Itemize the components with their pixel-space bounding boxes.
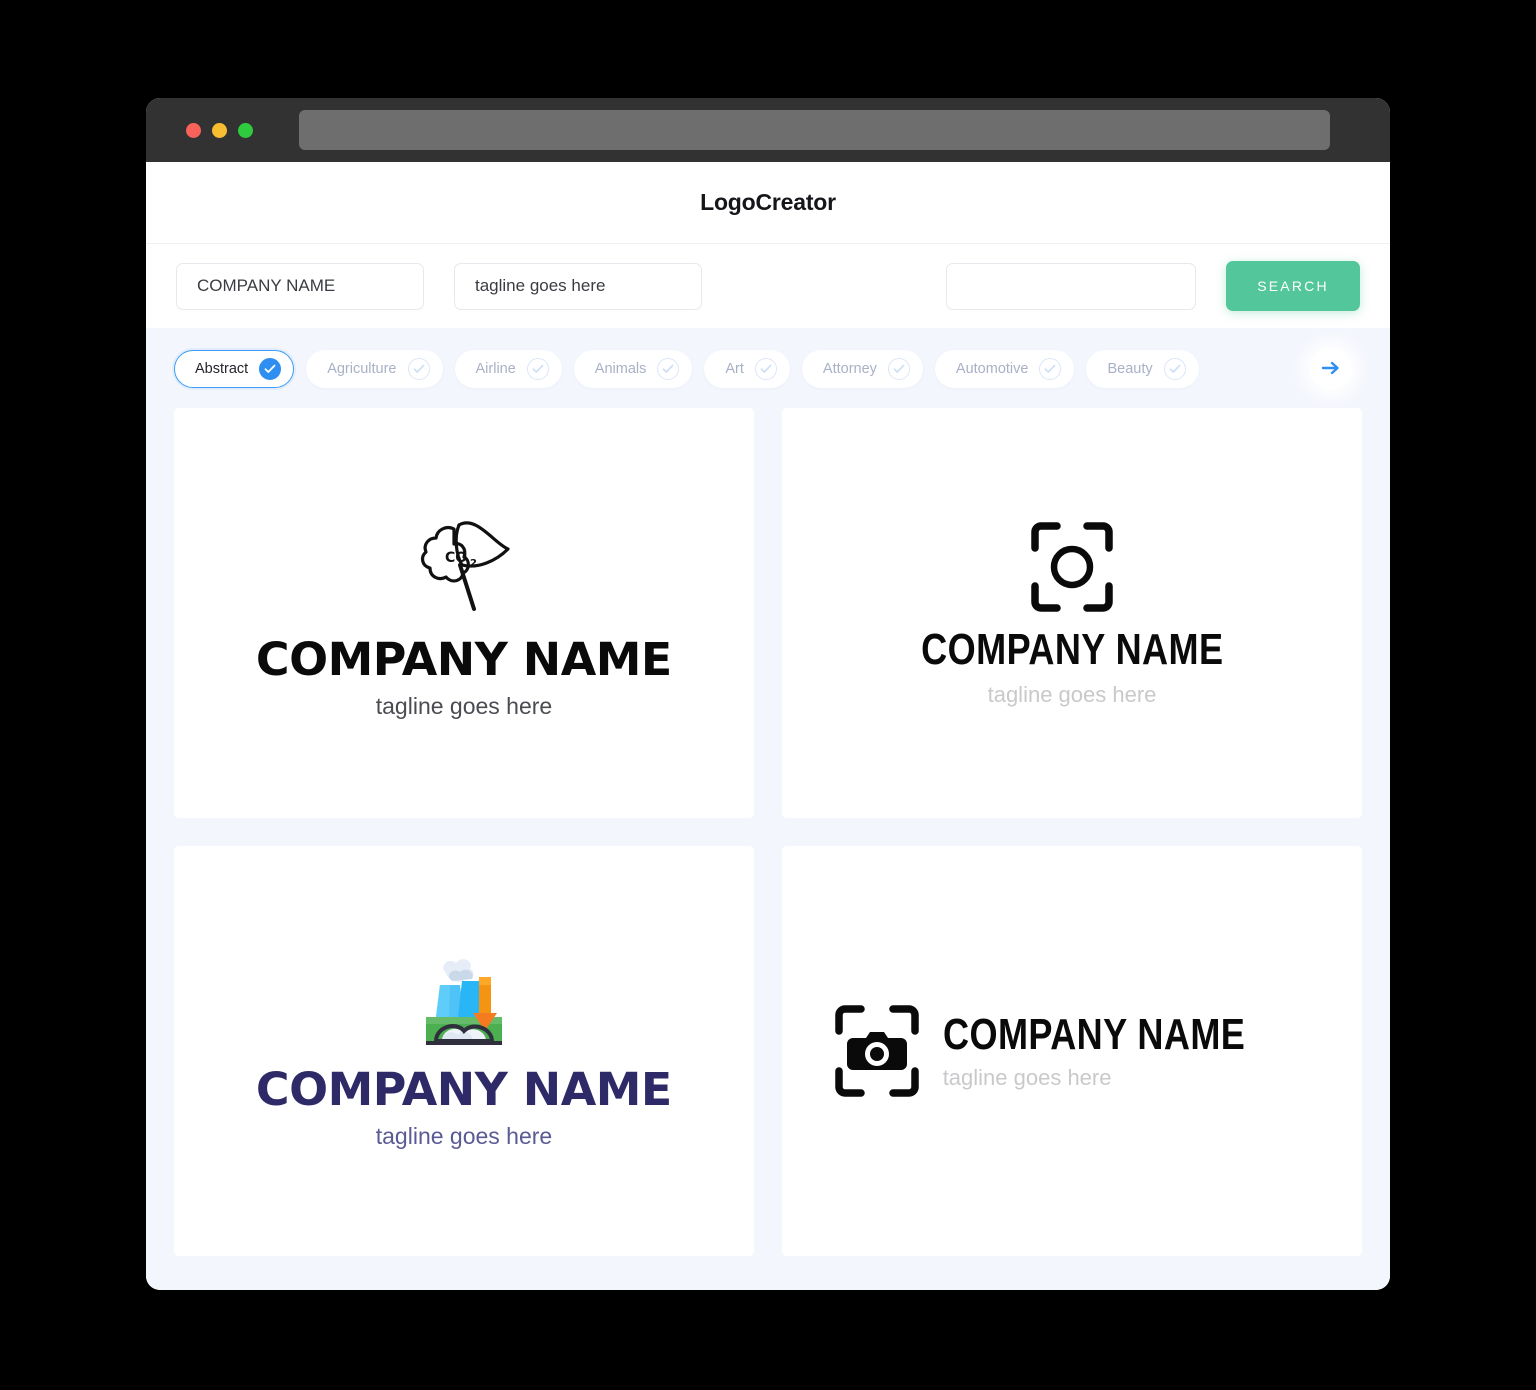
logo-text-block: COMPANY NAME tagline goes here (943, 1013, 1312, 1089)
search-button[interactable]: SEARCH (1226, 261, 1360, 311)
logo-preview: CO 2 COMPANY NAME tagline goes here (256, 509, 672, 719)
logo-tagline: tagline goes here (987, 682, 1157, 707)
category-chip-label: Animals (594, 361, 647, 377)
maximize-window-button[interactable] (238, 122, 253, 138)
logo-tagline: tagline goes here (942, 1065, 1112, 1090)
logo-card[interactable]: COMPANY NAME tagline goes here (782, 846, 1362, 1256)
logo-company-name: COMPANY NAME (256, 1062, 672, 1116)
check-icon (1163, 358, 1186, 380)
brand-logo: LogoCreator (700, 189, 836, 215)
logo-results-grid: CO 2 COMPANY NAME tagline goes here COMP… (146, 408, 1390, 1290)
tagline-input[interactable] (454, 262, 702, 310)
co2-flag-icon: CO 2 (404, 509, 524, 621)
browser-chrome (146, 98, 1390, 162)
category-chip-label: Airline (475, 361, 516, 377)
category-chip-label: Art (725, 361, 744, 377)
camera-focus-solid-icon (833, 1003, 921, 1099)
category-chip-label: Agriculture (327, 361, 397, 377)
check-icon (1039, 358, 1062, 380)
category-chip-label: Automotive (955, 361, 1029, 377)
logo-card[interactable]: COMPANY NAME tagline goes here (174, 846, 754, 1256)
check-icon (887, 358, 910, 380)
search-bar: SEARCH (146, 244, 1390, 328)
company-name-input[interactable] (176, 262, 424, 310)
minimize-window-button[interactable] (212, 122, 227, 138)
camera-focus-outline-icon (1029, 520, 1115, 614)
logo-preview: COMPANY NAME tagline goes here (833, 1003, 1312, 1099)
svg-text:CO: CO (445, 550, 467, 566)
category-chip-animals[interactable]: Animals (573, 350, 693, 388)
logo-company-name: COMPANY NAME (942, 1010, 1245, 1059)
keyword-input[interactable] (946, 262, 1196, 310)
category-chip-list: Abstract Agriculture Airline Animals Art… (174, 350, 1390, 388)
logo-company-name: COMPANY NAME (256, 632, 672, 686)
next-categories-button[interactable] (1310, 348, 1352, 390)
svg-text:2: 2 (470, 558, 477, 569)
logo-tagline: tagline goes here (375, 692, 553, 719)
co2-factory-color-icon (416, 955, 512, 1051)
check-icon (407, 358, 430, 380)
category-filter-bar: Abstract Agriculture Airline Animals Art… (146, 328, 1390, 408)
category-chip-label: Abstract (195, 361, 249, 377)
address-bar[interactable] (299, 110, 1330, 150)
logo-preview: COMPANY NAME tagline goes here (256, 955, 672, 1149)
category-chip-automotive[interactable]: Automotive (934, 350, 1075, 388)
logo-preview: COMPANY NAME tagline goes here (888, 520, 1257, 706)
category-chip-agriculture[interactable]: Agriculture (306, 350, 443, 388)
category-chip-abstract[interactable]: Abstract (174, 350, 295, 388)
arrow-right-icon (1321, 360, 1341, 379)
logo-card[interactable]: CO 2 COMPANY NAME tagline goes here (174, 408, 754, 818)
site-header: LogoCreator (146, 162, 1390, 244)
check-icon (526, 358, 549, 380)
browser-window: LogoCreator SEARCH Abstract Agriculture (146, 98, 1390, 1290)
logo-company-name: COMPANY NAME (920, 625, 1224, 674)
check-icon (259, 358, 282, 380)
category-chip-art[interactable]: Art (704, 350, 790, 388)
category-chip-attorney[interactable]: Attorney (801, 350, 923, 388)
check-icon (657, 358, 680, 380)
category-chip-beauty[interactable]: Beauty (1086, 350, 1199, 388)
check-icon (754, 358, 777, 380)
logo-tagline: tagline goes here (375, 1122, 553, 1149)
close-window-button[interactable] (186, 122, 201, 138)
category-chip-label: Attorney (822, 361, 877, 377)
logo-card[interactable]: COMPANY NAME tagline goes here (782, 408, 1362, 818)
window-controls (186, 122, 253, 138)
category-chip-airline[interactable]: Airline (454, 350, 562, 388)
category-chip-label: Beauty (1107, 361, 1153, 377)
